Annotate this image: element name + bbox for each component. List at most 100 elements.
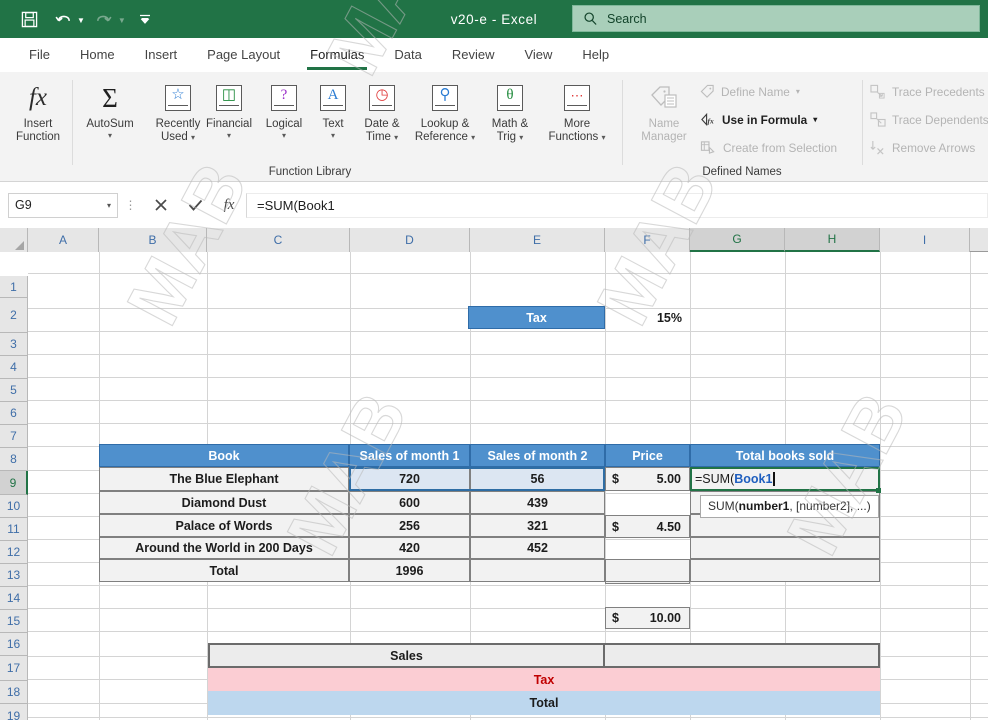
undo-dropdown-icon[interactable]: ▼	[77, 16, 85, 25]
cell-sales-month1-9[interactable]: 720	[349, 467, 470, 491]
table-header-m2[interactable]: Sales of month 2	[470, 444, 605, 467]
lookup-reference-button[interactable]: ⚲ Lookup & Reference ▾	[406, 78, 484, 144]
autosum-button[interactable]: Σ AutoSum ▾	[76, 78, 144, 141]
summary-sales-value[interactable]	[605, 643, 880, 668]
insert-function-button[interactable]: fx Insert Function	[4, 78, 72, 144]
logical-button[interactable]: ? Logical ▾	[256, 78, 312, 141]
trace-precedents-button[interactable]: Trace Precedents	[870, 84, 985, 99]
text-button[interactable]: A Text ▾	[310, 78, 356, 141]
column-header-B[interactable]: B	[99, 228, 207, 252]
table-header-book[interactable]: Book	[99, 444, 349, 467]
cell-book-10[interactable]: Diamond Dust	[99, 491, 349, 514]
table-total-books-sold[interactable]	[690, 559, 880, 582]
define-name-button[interactable]: Define Name ▾	[700, 84, 800, 99]
row-header-13[interactable]: 13	[0, 564, 28, 587]
autosum-dropdown-icon[interactable]: ▾	[76, 131, 144, 141]
cell-price-10[interactable]: $4.50	[605, 515, 690, 538]
ribbon-tab-data[interactable]: Data	[379, 38, 436, 72]
ribbon-tab-home[interactable]: Home	[65, 38, 130, 72]
more-functions-button[interactable]: ⋯ More Functions ▾	[538, 78, 616, 144]
cell-E3-tax-label[interactable]: Tax	[468, 306, 605, 329]
financial-dropdown-icon[interactable]: ▾	[198, 131, 260, 141]
ribbon-tab-insert[interactable]: Insert	[130, 38, 193, 72]
row-header-3[interactable]: 3	[0, 333, 28, 356]
undo-icon[interactable]	[48, 5, 78, 33]
row-header-8[interactable]: 8	[0, 448, 28, 471]
cell-price-12[interactable]: $10.00	[605, 607, 690, 629]
row-header-14[interactable]: 14	[0, 587, 28, 610]
row-header-7[interactable]: 7	[0, 425, 28, 448]
formula-bar-handle[interactable]: ⋮	[118, 198, 144, 212]
remove-arrows-button[interactable]: Remove Arrows	[870, 140, 975, 155]
cell-total-books-sold-12[interactable]	[690, 537, 880, 559]
column-header-F[interactable]: F	[605, 228, 690, 252]
cell-sales-month2-10[interactable]: 439	[470, 491, 605, 514]
trace-dependents-button[interactable]: Trace Dependents	[870, 112, 988, 127]
column-header-E[interactable]: E	[470, 228, 605, 252]
table-total-label[interactable]: Total	[99, 559, 349, 582]
row-header-17[interactable]: 17	[0, 656, 28, 681]
name-manager-button[interactable]: Name Manager	[632, 78, 696, 144]
use-in-formula-button[interactable]: fx Use in Formula ▾	[700, 112, 817, 127]
ribbon-tab-review[interactable]: Review	[437, 38, 510, 72]
search-input[interactable]: Search	[572, 5, 980, 32]
select-all-corner[interactable]	[0, 228, 28, 252]
cell-book-12[interactable]: Around the World in 200 Days	[99, 537, 349, 559]
use-in-formula-dropdown-icon[interactable]: ▾	[813, 115, 817, 124]
column-header-D[interactable]: D	[350, 228, 470, 252]
row-header-15[interactable]: 15	[0, 610, 28, 633]
ribbon-tab-page-layout[interactable]: Page Layout	[192, 38, 295, 72]
active-cell-G9[interactable]: =SUM(Book1	[690, 467, 880, 491]
row-header-18[interactable]: 18	[0, 681, 28, 704]
row-header-12[interactable]: 12	[0, 541, 28, 564]
logical-dropdown-icon[interactable]: ▾	[256, 131, 312, 141]
row-header-11[interactable]: 11	[0, 518, 28, 541]
table-total-m1[interactable]: 1996	[349, 559, 470, 582]
financial-button[interactable]: ◫ Financial ▾	[198, 78, 260, 141]
table-header-total-books-sold[interactable]: Total books sold	[690, 444, 880, 467]
formula-input[interactable]: =SUM(Book1	[246, 192, 988, 218]
row-header-16[interactable]: 16	[0, 633, 28, 656]
cell-book-9[interactable]: The Blue Elephant	[99, 467, 349, 491]
ribbon-tab-formulas[interactable]: Formulas	[295, 38, 379, 72]
cell-sales-month2-9[interactable]: 56	[470, 467, 605, 491]
row-header-9[interactable]: 9	[0, 471, 28, 495]
save-icon[interactable]	[14, 5, 44, 33]
table-header-m1[interactable]: Sales of month 1	[349, 444, 470, 467]
cancel-icon[interactable]	[144, 193, 178, 218]
cell-sales-month1-10[interactable]: 600	[349, 491, 470, 514]
table-total-price[interactable]	[605, 559, 690, 582]
cell-sales-month2-12[interactable]: 452	[470, 537, 605, 559]
row-header-5[interactable]: 5	[0, 379, 28, 402]
column-header-I[interactable]: I	[880, 228, 970, 252]
column-header-H[interactable]: H	[785, 228, 880, 252]
fill-handle[interactable]	[876, 488, 881, 493]
date-time-button[interactable]: ◷ Date & Time ▾	[354, 78, 410, 144]
row-header-10[interactable]: 10	[0, 495, 28, 518]
define-name-dropdown-icon[interactable]: ▾	[796, 87, 800, 96]
math-trig-button[interactable]: θ Math & Trig ▾	[482, 78, 538, 144]
enter-icon[interactable]	[178, 193, 212, 218]
summary-sales-label[interactable]: Sales	[208, 643, 605, 668]
row-header-1[interactable]: 1	[0, 276, 28, 298]
create-from-selection-button[interactable]: Create from Selection	[700, 140, 837, 155]
column-header-G[interactable]: G	[690, 228, 785, 252]
insert-function-icon[interactable]: fx	[212, 193, 246, 218]
name-box-dropdown-icon[interactable]: ▾	[107, 201, 111, 210]
table-header-price[interactable]: Price	[605, 444, 690, 467]
text-dropdown-icon[interactable]: ▾	[310, 131, 356, 141]
cell-F3-tax-value[interactable]: 15%	[606, 306, 690, 329]
cell-book-11[interactable]: Palace of Words	[99, 514, 349, 537]
name-box[interactable]: G9 ▾	[8, 192, 118, 218]
row-header-19[interactable]: 19	[0, 704, 28, 720]
ribbon-tab-help[interactable]: Help	[567, 38, 624, 72]
redo-icon[interactable]	[89, 5, 119, 33]
ribbon-tab-view[interactable]: View	[509, 38, 567, 72]
cell-price-9[interactable]: $5.00	[605, 467, 690, 491]
table-total-m2[interactable]	[470, 559, 605, 582]
row-header-4[interactable]: 4	[0, 356, 28, 379]
row-header-2[interactable]: 2	[0, 298, 28, 333]
customize-quick-access-icon[interactable]	[130, 5, 160, 33]
summary-total-label[interactable]: Total	[208, 691, 880, 715]
cell-sales-month1-12[interactable]: 420	[349, 537, 470, 559]
